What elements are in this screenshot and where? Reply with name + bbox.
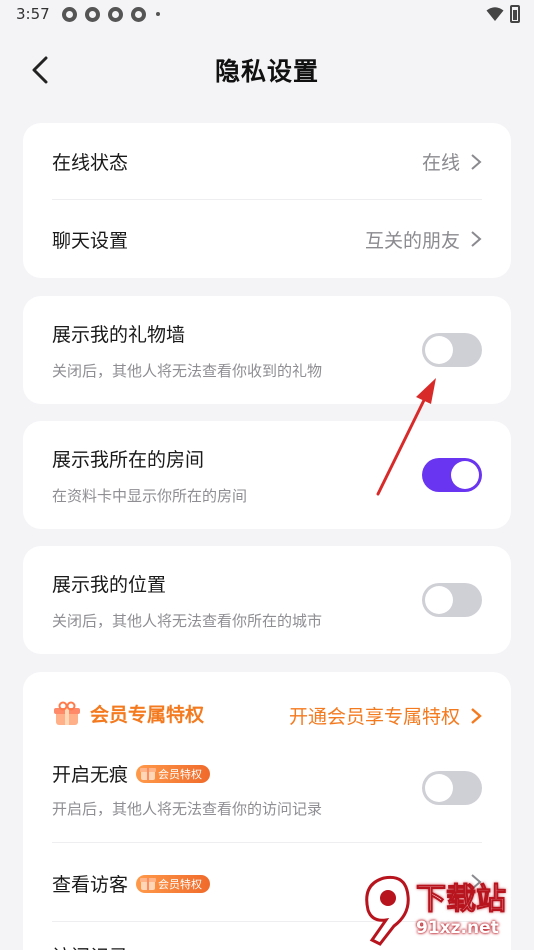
room-toggle[interactable] (422, 458, 482, 492)
vip-badge: 会员特权 (136, 874, 211, 893)
top-bar: 隐私设置 (0, 40, 534, 100)
stealth-toggle[interactable] (422, 771, 482, 805)
status-time: 3:57 (16, 5, 50, 23)
visit-record-title: 访问记录 (52, 942, 128, 950)
watermark-url: 91xz.net (416, 918, 499, 938)
more-notifications-icon (155, 12, 160, 16)
gift-badge-icon (140, 767, 157, 780)
gift-wall-card: 展示我的礼物墙 关闭后，其他人将无法查看你收到的礼物 (23, 296, 511, 404)
chat-settings-label: 聊天设置 (52, 229, 129, 252)
room-title: 展示我所在的房间 (52, 449, 205, 471)
location-title: 展示我的位置 (52, 574, 167, 596)
watermark-logo-icon (365, 875, 410, 946)
general-settings-card: 在线状态 在线 聊天设置 互关的朋友 (23, 123, 511, 278)
chevron-right-icon (471, 707, 482, 724)
back-button[interactable] (22, 52, 58, 88)
location-desc: 关闭后，其他人将无法查看你所在的城市 (52, 612, 323, 630)
notification-icon (107, 6, 123, 22)
location-card: 展示我的位置 关闭后，其他人将无法查看你所在的城市 (23, 546, 511, 654)
stealth-title-group: 开启无痕 会员特权 (52, 760, 211, 787)
location-toggle[interactable] (422, 583, 482, 617)
back-arrow-icon (32, 56, 48, 84)
online-status-value: 在线 (421, 152, 460, 174)
open-vip-link[interactable]: 开通会员享专属特权 (289, 702, 482, 729)
vip-badge-label: 会员特权 (158, 877, 203, 891)
wifi-icon (486, 7, 504, 21)
vip-header: 会员专属特权 (52, 700, 204, 727)
page-title: 隐私设置 (214, 57, 319, 86)
room-card: 展示我所在的房间 在资料卡中显示你所在的房间 (23, 421, 511, 529)
vip-title: 会员专属特权 (90, 704, 205, 726)
notification-icon (84, 6, 100, 22)
chat-settings-value: 互关的朋友 (364, 229, 460, 252)
visitors-title: 查看访客 (52, 874, 129, 896)
vip-badge-label: 会员特权 (158, 767, 203, 781)
notification-icon (130, 6, 146, 22)
chevron-right-icon (471, 153, 482, 170)
gift-icon (54, 701, 80, 725)
gift-wall-toggle[interactable] (422, 333, 482, 367)
chat-settings-row[interactable]: 聊天设置 互关的朋友 (23, 200, 511, 278)
watermark: 下载站 91xz.net (358, 870, 528, 950)
status-bar: 3:57 (0, 0, 534, 28)
battery-icon (510, 5, 520, 23)
watermark-text: 下载站 (416, 882, 507, 918)
room-desc: 在资料卡中显示你所在的房间 (52, 487, 248, 505)
notification-icon (61, 6, 77, 22)
open-vip-link-label: 开通会员享专属特权 (288, 706, 460, 728)
online-status-label: 在线状态 (52, 152, 129, 174)
stealth-desc: 开启后，其他人将无法查看你的访问记录 (52, 800, 323, 818)
gift-wall-desc: 关闭后，其他人将无法查看你收到的礼物 (52, 362, 323, 380)
gift-wall-title: 展示我的礼物墙 (52, 324, 186, 346)
chevron-right-icon (471, 231, 482, 247)
gift-badge-icon (140, 877, 157, 890)
vip-badge: 会员特权 (136, 764, 211, 783)
stealth-title: 开启无痕 (52, 764, 129, 786)
online-status-row[interactable]: 在线状态 在线 (23, 123, 511, 200)
